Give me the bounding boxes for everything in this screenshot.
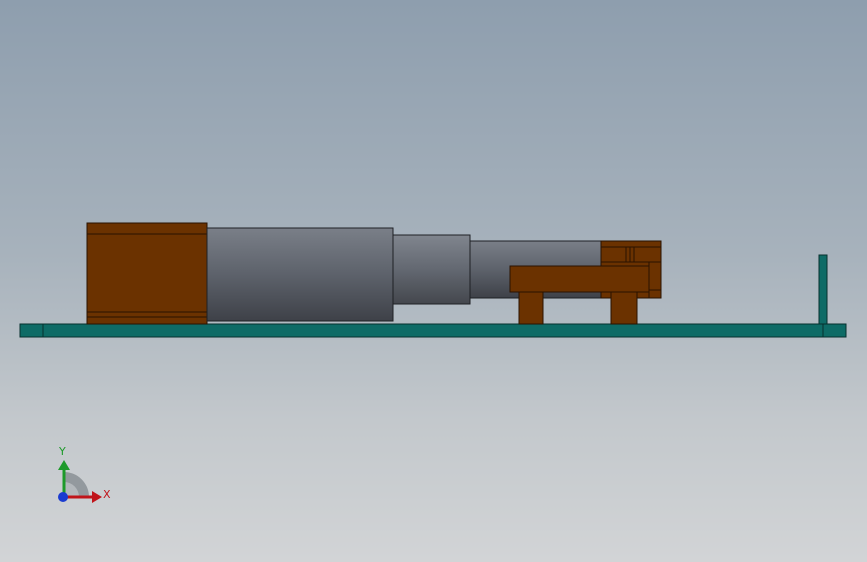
model-canvas[interactable]: Y X — [0, 0, 867, 562]
reference-triad: Y X — [58, 445, 111, 503]
motor-block[interactable] — [86, 222, 208, 325]
z-axis-dot — [58, 492, 68, 502]
triad-y-label: Y — [58, 445, 66, 458]
cylinder-barrel[interactable] — [206, 227, 394, 322]
graphics-viewport[interactable]: Y X — [0, 0, 867, 562]
end-post[interactable] — [818, 254, 828, 325]
cylinder-neck[interactable] — [392, 234, 471, 305]
base-plate[interactable] — [19, 323, 847, 338]
triad-x-label: X — [103, 488, 111, 501]
